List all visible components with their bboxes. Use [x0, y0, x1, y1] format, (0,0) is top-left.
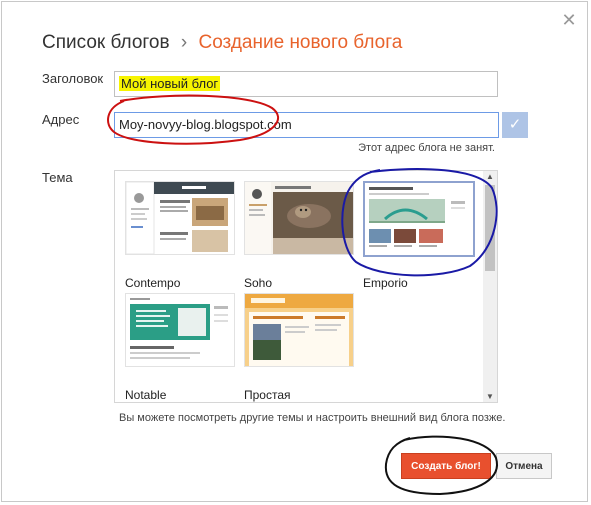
theme-gallery: Contempo Soho Emporio Notable Простая ▲ …	[114, 170, 498, 403]
notable-thumbnail	[125, 293, 235, 367]
blog-address-value: Moy-novyy-blog.blogspot.com	[119, 117, 292, 132]
title-label: Заголовок	[42, 71, 104, 86]
breadcrumb-blog-list[interactable]: Список блогов	[42, 32, 170, 53]
address-label: Адрес	[42, 112, 80, 127]
theme-name: Notable	[125, 388, 167, 402]
scroll-up-icon[interactable]: ▲	[485, 172, 495, 181]
blog-address-input[interactable]: Moy-novyy-blog.blogspot.com	[114, 112, 499, 138]
scroll-thumb[interactable]	[485, 185, 495, 271]
cancel-button[interactable]: Отмена	[496, 453, 552, 479]
emporio-thumbnail	[363, 181, 475, 257]
theme-scrollbar[interactable]: ▲ ▼	[483, 171, 497, 402]
soho-thumbnail	[244, 181, 354, 255]
page-title: Создание нового блога	[198, 32, 403, 53]
blog-title-input[interactable]: Мой новый блог	[114, 71, 498, 97]
create-blog-dialog: ✕ Список блогов › Создание нового блога …	[1, 1, 588, 502]
theme-hint: Вы можете посмотреть другие темы и настр…	[119, 412, 506, 424]
address-status: Этот адрес блога не занят.	[358, 142, 495, 154]
theme-name: Простая	[244, 388, 291, 402]
checkmark-icon[interactable]: ✓	[502, 112, 528, 138]
simple-thumbnail	[244, 293, 354, 367]
scroll-down-icon[interactable]: ▼	[485, 392, 495, 401]
contempo-thumbnail	[125, 181, 235, 255]
close-icon[interactable]: ✕	[561, 11, 577, 29]
theme-name: Contempo	[125, 276, 181, 290]
theme-label: Тема	[42, 170, 73, 185]
theme-name: Emporio	[363, 276, 408, 290]
theme-name: Soho	[244, 276, 273, 290]
breadcrumb: Список блогов › Создание нового блога	[42, 32, 402, 54]
blog-title-value: Мой новый блог	[119, 76, 221, 91]
create-blog-button[interactable]: Создать блог!	[401, 453, 491, 479]
breadcrumb-separator-icon: ›	[180, 32, 188, 53]
